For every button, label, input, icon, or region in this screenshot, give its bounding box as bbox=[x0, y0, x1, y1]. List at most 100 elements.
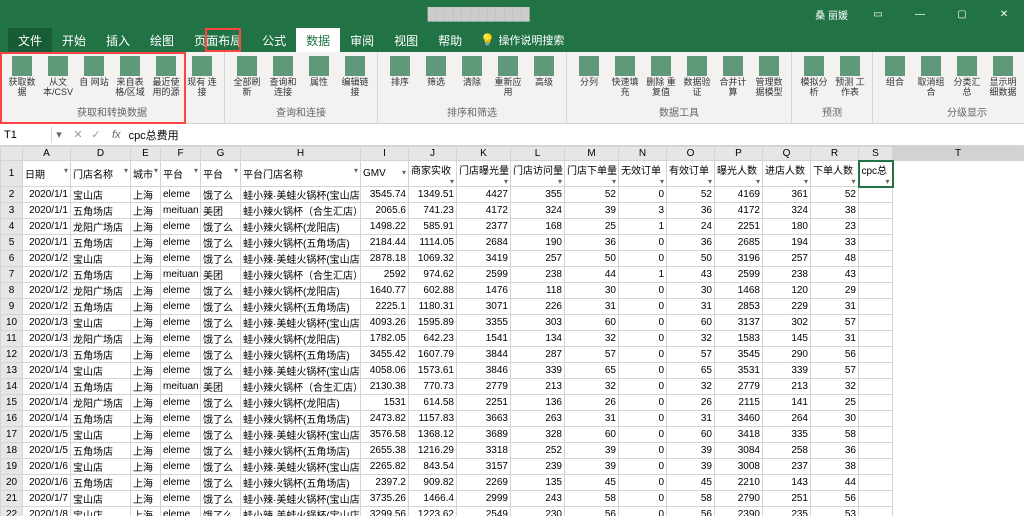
filter-header[interactable]: 门店下单量▾ bbox=[565, 161, 619, 187]
cell[interactable]: 31 bbox=[811, 331, 859, 347]
ribbon-button[interactable]: 预测 工作表 bbox=[834, 56, 866, 98]
cell[interactable]: 蛙小辣火锅杯(五角场店) bbox=[241, 347, 361, 363]
cell[interactable]: 60 bbox=[565, 315, 619, 331]
ribbon-toggle[interactable]: ▭ bbox=[858, 5, 898, 24]
cell[interactable]: 3460 bbox=[715, 411, 763, 427]
cell[interactable]: 3531 bbox=[715, 363, 763, 379]
tab-insert[interactable]: 插入 bbox=[96, 28, 140, 53]
cell[interactable]: 226 bbox=[511, 299, 565, 315]
cell[interactable]: 252 bbox=[511, 443, 565, 459]
filter-dropdown-icon[interactable]: ▾ bbox=[851, 177, 855, 186]
cell[interactable]: 1595.89 bbox=[409, 315, 457, 331]
cell[interactable]: 1216.29 bbox=[409, 443, 457, 459]
cell[interactable]: 2853 bbox=[715, 299, 763, 315]
filter-dropdown-icon[interactable]: ▾ bbox=[64, 166, 68, 175]
column-header[interactable]: R bbox=[811, 147, 859, 161]
ribbon-button[interactable]: 快速填充 bbox=[609, 56, 641, 98]
filter-header[interactable]: 无效订单▾ bbox=[619, 161, 667, 187]
cell[interactable]: 1498.22 bbox=[361, 219, 409, 235]
cell[interactable]: 44 bbox=[565, 267, 619, 283]
cell[interactable]: 饿了么 bbox=[201, 299, 241, 315]
cell[interactable]: 251 bbox=[763, 491, 811, 507]
cell[interactable]: 0 bbox=[619, 395, 667, 411]
cell[interactable]: 141 bbox=[763, 395, 811, 411]
cell[interactable] bbox=[859, 187, 893, 203]
cell[interactable]: 770.73 bbox=[409, 379, 457, 395]
cell[interactable]: 32 bbox=[667, 331, 715, 347]
cell[interactable]: 36 bbox=[565, 235, 619, 251]
formula-bar[interactable]: cpc总费用 bbox=[125, 125, 1024, 145]
row-header[interactable]: 19 bbox=[1, 459, 23, 475]
cell[interactable]: 蛙小辣·美蛙火锅杯(宝山店) bbox=[241, 459, 361, 475]
cell[interactable] bbox=[859, 331, 893, 347]
cell[interactable]: 303 bbox=[511, 315, 565, 331]
cell[interactable]: 237 bbox=[763, 459, 811, 475]
cell[interactable]: eleme bbox=[161, 219, 201, 235]
filter-dropdown-icon[interactable]: ▾ bbox=[804, 177, 808, 186]
row-header[interactable]: 1 bbox=[1, 161, 23, 187]
filter-header[interactable]: 门店曝光量▾ bbox=[457, 161, 511, 187]
cell[interactable]: 饿了么 bbox=[201, 459, 241, 475]
ribbon-button[interactable]: 取消组合 bbox=[915, 56, 947, 98]
cell[interactable]: 2251 bbox=[457, 395, 511, 411]
cell[interactable]: 3419 bbox=[457, 251, 511, 267]
filter-header[interactable]: 城市▾ bbox=[131, 161, 161, 187]
filter-dropdown-icon[interactable]: ▾ bbox=[558, 177, 562, 186]
ribbon-button[interactable]: 排序 bbox=[384, 56, 416, 88]
cell[interactable]: eleme bbox=[161, 331, 201, 347]
cell[interactable]: 36 bbox=[811, 443, 859, 459]
cell[interactable]: 饿了么 bbox=[201, 395, 241, 411]
ribbon-button[interactable]: 合并计算 bbox=[717, 56, 749, 98]
cell[interactable]: 1 bbox=[619, 219, 667, 235]
cell[interactable]: eleme bbox=[161, 235, 201, 251]
cell[interactable]: 蛙小辣火锅杯(五角场店) bbox=[241, 235, 361, 251]
cell[interactable]: 44 bbox=[811, 475, 859, 491]
row-header[interactable]: 9 bbox=[1, 299, 23, 315]
cell[interactable]: 1466.4 bbox=[409, 491, 457, 507]
cell[interactable]: 1114.05 bbox=[409, 235, 457, 251]
cell[interactable]: 1541 bbox=[457, 331, 511, 347]
cell[interactable]: 饿了么 bbox=[201, 283, 241, 299]
cell[interactable]: 上海 bbox=[131, 379, 161, 395]
filter-header[interactable]: 下单人数▾ bbox=[811, 161, 859, 187]
cell[interactable]: 宝山店 bbox=[71, 187, 131, 203]
cell[interactable]: 843.54 bbox=[409, 459, 457, 475]
cell[interactable]: 2020/1/7 bbox=[23, 491, 71, 507]
cell[interactable]: 31 bbox=[565, 411, 619, 427]
cell[interactable]: 3 bbox=[619, 203, 667, 219]
cell[interactable]: 蛙小辣·美蛙火锅杯(宝山店) bbox=[241, 187, 361, 203]
cell[interactable]: 上海 bbox=[131, 507, 161, 516]
cell[interactable]: 60 bbox=[565, 427, 619, 443]
cell[interactable]: 53 bbox=[811, 507, 859, 516]
cell[interactable]: 909.82 bbox=[409, 475, 457, 491]
row-header[interactable]: 12 bbox=[1, 347, 23, 363]
cell[interactable] bbox=[859, 427, 893, 443]
cell[interactable]: 60 bbox=[667, 315, 715, 331]
cell[interactable]: 324 bbox=[763, 203, 811, 219]
filter-dropdown-icon[interactable]: ▾ bbox=[154, 166, 158, 175]
column-header[interactable]: D bbox=[71, 147, 131, 161]
cell[interactable]: 五角场店 bbox=[71, 299, 131, 315]
cell[interactable]: 上海 bbox=[131, 395, 161, 411]
cell[interactable]: eleme bbox=[161, 347, 201, 363]
cell[interactable]: 26 bbox=[667, 395, 715, 411]
cell[interactable]: 57 bbox=[811, 363, 859, 379]
cell[interactable]: 上海 bbox=[131, 331, 161, 347]
ribbon-button[interactable]: 编辑链接 bbox=[339, 56, 371, 98]
cell[interactable]: eleme bbox=[161, 507, 201, 516]
cell[interactable]: 0 bbox=[619, 379, 667, 395]
cell[interactable]: 1069.32 bbox=[409, 251, 457, 267]
cell[interactable]: 0 bbox=[619, 363, 667, 379]
column-header[interactable]: L bbox=[511, 147, 565, 161]
cell[interactable]: 25 bbox=[565, 219, 619, 235]
cell[interactable]: 120 bbox=[763, 283, 811, 299]
cell[interactable] bbox=[859, 219, 893, 235]
cell[interactable]: 2549 bbox=[457, 507, 511, 516]
row-header[interactable]: 13 bbox=[1, 363, 23, 379]
filter-header[interactable]: GMV▾ bbox=[361, 161, 409, 187]
cell[interactable]: 50 bbox=[565, 251, 619, 267]
ribbon-button[interactable]: 清除 bbox=[456, 56, 488, 88]
filter-dropdown-icon[interactable]: ▾ bbox=[234, 166, 238, 175]
cell[interactable]: 585.91 bbox=[409, 219, 457, 235]
cell[interactable]: 2020/1/5 bbox=[23, 427, 71, 443]
